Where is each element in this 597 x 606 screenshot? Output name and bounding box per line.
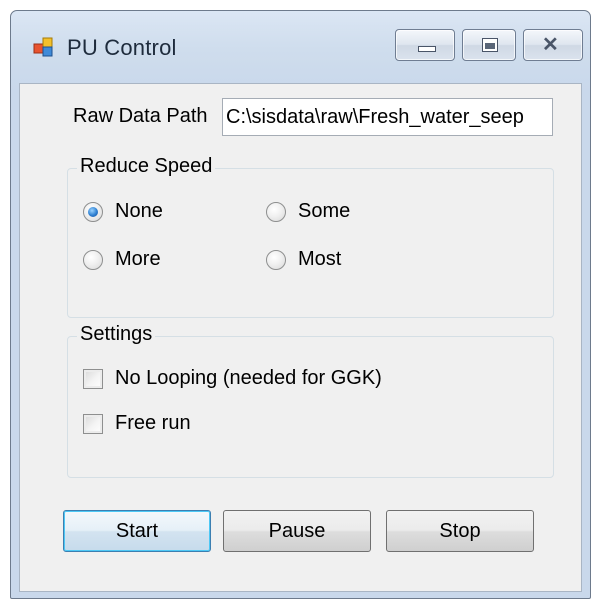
raw-data-path-label: Raw Data Path xyxy=(73,105,208,127)
reduce-speed-group: Reduce Speed None Some More Most xyxy=(67,155,554,318)
settings-title: Settings xyxy=(77,323,156,346)
window-title: PU Control xyxy=(67,35,177,60)
radio-label: Some xyxy=(298,200,351,222)
pu-control-window: PU Control ✕ Raw Data Path Reduce Speed … xyxy=(10,10,591,599)
radio-button-selected[interactable] xyxy=(83,202,103,222)
application-icon xyxy=(33,37,53,57)
checkbox[interactable] xyxy=(83,414,103,434)
close-icon: ✕ xyxy=(542,34,559,56)
radio-label: More xyxy=(115,248,161,270)
checkbox-label: Free run xyxy=(115,412,191,434)
radio-label: None xyxy=(115,200,163,222)
reduce-speed-title: Reduce Speed xyxy=(77,155,216,178)
maximize-button[interactable] xyxy=(462,29,516,61)
minimize-button[interactable] xyxy=(395,29,455,61)
start-button[interactable]: Start xyxy=(63,510,211,552)
close-button[interactable]: ✕ xyxy=(523,29,583,61)
radio-button[interactable] xyxy=(83,250,103,270)
radio-button[interactable] xyxy=(266,202,286,222)
title-bar[interactable]: PU Control ✕ xyxy=(11,11,590,83)
pause-button[interactable]: Pause xyxy=(223,510,371,552)
stop-button[interactable]: Stop xyxy=(386,510,534,552)
radio-label: Most xyxy=(298,248,342,270)
checkbox-label: No Looping (needed for GGK) xyxy=(115,367,382,389)
minimize-icon xyxy=(418,46,436,52)
radio-button[interactable] xyxy=(266,250,286,270)
settings-group: Settings No Looping (needed for GGK) Fre… xyxy=(67,323,554,478)
form-client-area: Raw Data Path Reduce Speed None Some Mor… xyxy=(19,83,582,592)
checkbox[interactable] xyxy=(83,369,103,389)
raw-data-path-input[interactable] xyxy=(222,98,553,136)
maximize-icon xyxy=(482,38,498,52)
